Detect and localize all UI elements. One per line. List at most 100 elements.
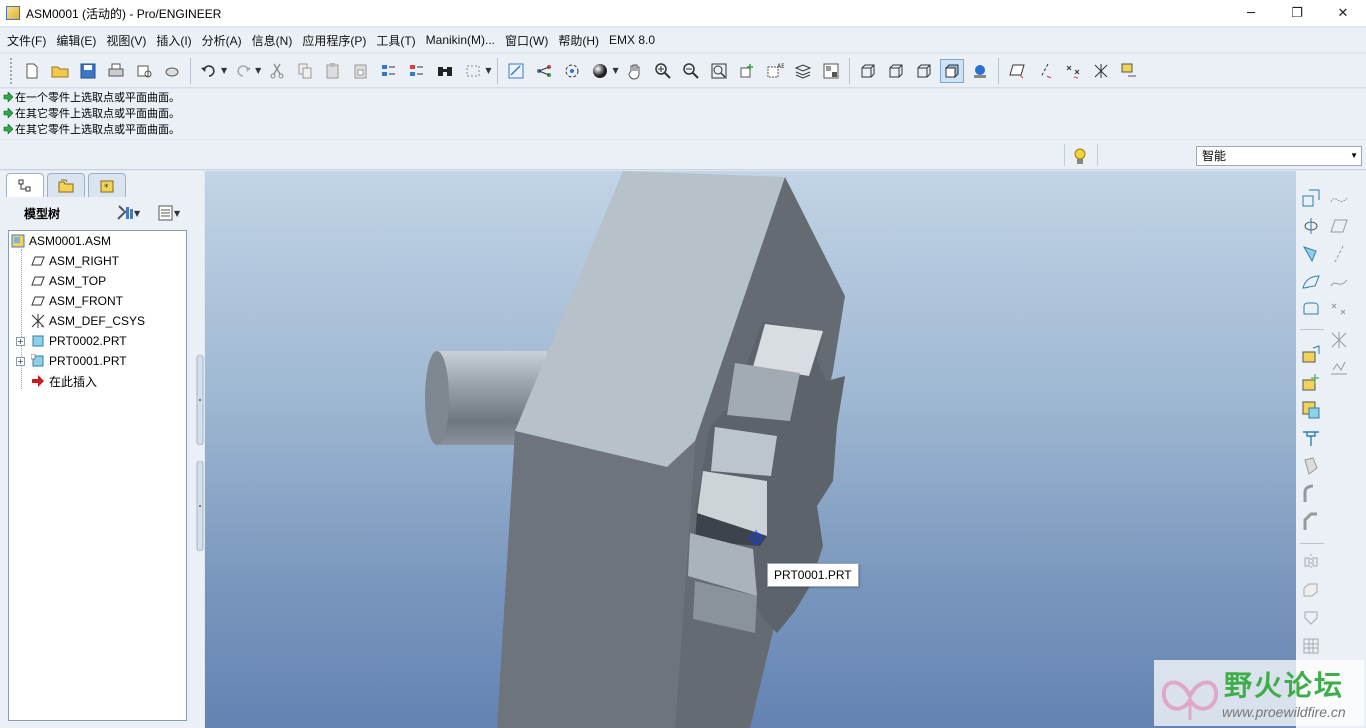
- save-icon[interactable]: [76, 59, 100, 83]
- axis-tool-icon[interactable]: [1326, 241, 1352, 267]
- redo-icon[interactable]: [231, 59, 255, 83]
- regeneration-manager-icon[interactable]: [405, 59, 429, 83]
- csys-display-icon[interactable]: [1089, 59, 1113, 83]
- spin-center-icon[interactable]: [532, 59, 556, 83]
- extrude-tool-icon[interactable]: [1298, 341, 1324, 367]
- lightbulb-icon[interactable]: [1071, 146, 1089, 166]
- sketched-curve-icon[interactable]: [1326, 185, 1352, 211]
- tree-item-asm-right[interactable]: ASM_RIGHT: [31, 251, 119, 271]
- blend-tool-icon[interactable]: [1298, 425, 1324, 451]
- regenerate-icon[interactable]: [377, 59, 401, 83]
- datum-points-tool-icon[interactable]: [1326, 297, 1352, 323]
- surface-tool-icon[interactable]: [1298, 269, 1324, 295]
- pattern-tool-icon[interactable]: [1298, 633, 1324, 659]
- merge-tool-icon[interactable]: [1298, 577, 1324, 603]
- layers-icon[interactable]: [791, 59, 815, 83]
- pan-hand-icon[interactable]: [623, 59, 647, 83]
- menu-view[interactable]: 视图(V): [101, 32, 151, 49]
- redo-dropdown-icon[interactable]: ▼: [255, 66, 261, 75]
- selection-filter-select[interactable]: 智能 ▼: [1196, 146, 1362, 166]
- navigator-splitter-handle[interactable]: [196, 354, 204, 446]
- tab-model-tree[interactable]: [6, 173, 44, 197]
- tree-item-insert-here[interactable]: 在此插入: [31, 371, 97, 391]
- mail-attach-icon[interactable]: [160, 59, 184, 83]
- sweep-tool-icon[interactable]: [1298, 397, 1324, 423]
- cut-icon[interactable]: [265, 59, 289, 83]
- saved-views-icon[interactable]: AB: [763, 59, 787, 83]
- refit-icon[interactable]: [707, 59, 731, 83]
- mirror-tool-icon[interactable]: [1298, 549, 1324, 575]
- tab-favorites[interactable]: *: [88, 173, 126, 197]
- datum-axis-display-icon[interactable]: [1033, 59, 1057, 83]
- menu-edit[interactable]: 编辑(E): [51, 32, 101, 49]
- menu-emx[interactable]: EMX 8.0: [604, 33, 660, 47]
- datum-point-tool-icon[interactable]: [1298, 241, 1324, 267]
- view-manager-icon[interactable]: [819, 59, 843, 83]
- zoom-out-icon[interactable]: [679, 59, 703, 83]
- no-hidden-icon[interactable]: [912, 59, 936, 83]
- send-mail-icon[interactable]: [132, 59, 156, 83]
- expand-toggle[interactable]: +: [16, 337, 25, 346]
- minimize-button[interactable]: ─: [1228, 0, 1274, 26]
- revolve-tool-icon[interactable]: [1298, 369, 1324, 395]
- datum-axis-tool-icon[interactable]: [1298, 213, 1324, 239]
- tree-item-asm-def-csys[interactable]: ASM_DEF_CSYS: [31, 311, 145, 331]
- shading-icon[interactable]: [939, 58, 964, 83]
- trim-tool-icon[interactable]: [1298, 605, 1324, 631]
- toolbar-grip[interactable]: [10, 57, 14, 84]
- menu-info[interactable]: 信息(N): [247, 32, 298, 49]
- menu-tools[interactable]: 工具(T): [371, 32, 420, 49]
- graphics-window[interactable]: PRT0001.PRT: [205, 171, 1296, 728]
- tree-item-prt0001[interactable]: PRT0001.PRT: [31, 351, 127, 371]
- selection-box-icon[interactable]: [461, 59, 485, 83]
- repaint-icon[interactable]: [504, 59, 528, 83]
- chamfer-tool-icon[interactable]: [1298, 509, 1324, 535]
- find-binoculars-icon[interactable]: [433, 59, 457, 83]
- menu-help[interactable]: 帮助(H): [553, 32, 604, 49]
- expand-toggle[interactable]: +: [16, 357, 25, 366]
- menu-analysis[interactable]: 分析(A): [197, 32, 247, 49]
- menu-window[interactable]: 窗口(W): [500, 32, 553, 49]
- navigator-splitter-handle[interactable]: [196, 460, 204, 552]
- maximize-button[interactable]: ❐: [1274, 0, 1320, 26]
- undo-icon[interactable]: [197, 59, 221, 83]
- menu-applications[interactable]: 应用程序(P): [297, 32, 371, 49]
- curve-tool-icon[interactable]: [1326, 269, 1352, 295]
- round-tool-icon[interactable]: [1298, 481, 1324, 507]
- zoom-in-icon[interactable]: [651, 59, 675, 83]
- new-file-icon[interactable]: [20, 59, 44, 83]
- tree-item-prt0002[interactable]: PRT0002.PRT: [31, 331, 127, 351]
- csys-tool-icon[interactable]: [1326, 327, 1352, 353]
- datum-point-display-icon[interactable]: [1061, 59, 1085, 83]
- copy-icon[interactable]: [293, 59, 317, 83]
- paste-special-icon[interactable]: [349, 59, 373, 83]
- wireframe-icon[interactable]: [856, 59, 880, 83]
- undo-dropdown-icon[interactable]: ▼: [221, 66, 227, 75]
- print-icon[interactable]: [104, 59, 128, 83]
- tree-show-button[interactable]: ▼: [156, 203, 194, 223]
- tree-settings-button[interactable]: ▼: [116, 203, 150, 223]
- assembly-model-view[interactable]: [205, 171, 1296, 728]
- paste-icon[interactable]: [321, 59, 345, 83]
- menu-file[interactable]: 文件(F): [2, 32, 51, 49]
- tree-item-asm-front[interactable]: ASM_FRONT: [31, 291, 123, 311]
- annotation-display-icon[interactable]: [1117, 59, 1141, 83]
- appearance-dropdown-icon[interactable]: ▼: [612, 66, 618, 75]
- analysis-feature-icon[interactable]: [1326, 355, 1352, 381]
- close-button[interactable]: ✕: [1320, 0, 1366, 26]
- tab-folder-browser[interactable]: [47, 173, 85, 197]
- hole-tool-icon[interactable]: [1298, 453, 1324, 479]
- tree-item-asm-top[interactable]: ASM_TOP: [31, 271, 106, 291]
- datum-plane-tool-icon[interactable]: [1298, 185, 1324, 211]
- sketch-tool-icon[interactable]: [1298, 297, 1324, 323]
- appearance-sphere-icon[interactable]: [588, 59, 612, 83]
- plane-tool-icon[interactable]: [1326, 213, 1352, 239]
- menu-insert[interactable]: 插入(I): [151, 32, 196, 49]
- menu-manikin[interactable]: Manikin(M)...: [421, 33, 500, 47]
- hidden-line-icon[interactable]: [884, 59, 908, 83]
- selection-dropdown-icon[interactable]: ▼: [485, 66, 491, 75]
- open-folder-icon[interactable]: [48, 59, 72, 83]
- datum-plane-display-icon[interactable]: [1005, 59, 1029, 83]
- tree-item-asm0001[interactable]: ASM0001.ASM: [11, 231, 111, 251]
- enhanced-realism-icon[interactable]: [968, 59, 992, 83]
